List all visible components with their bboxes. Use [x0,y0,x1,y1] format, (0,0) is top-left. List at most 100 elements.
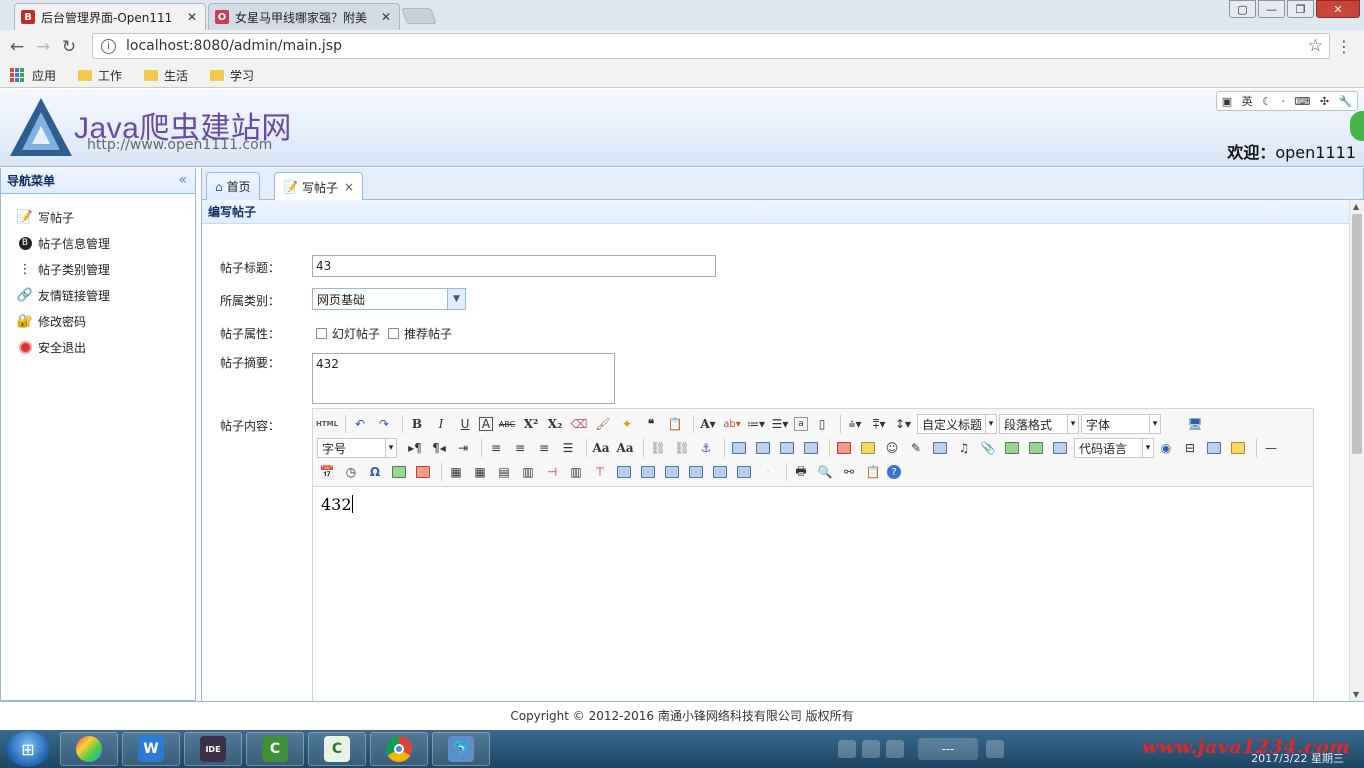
sidebar-item-write-post[interactable]: 📝 写帖子 [17,204,195,230]
content-scrollbar[interactable]: ▲ ▼ [1349,200,1364,701]
checkbox-box[interactable] [316,328,327,339]
html-source-icon[interactable]: HTML [316,414,338,434]
sidebar-item-link-manage[interactable]: 🔗 友情链接管理 [17,282,195,308]
recommend-checkbox[interactable]: 推荐帖子 [388,325,452,342]
tray-help-icon[interactable] [862,740,880,758]
slide-checkbox[interactable]: 幻灯帖子 [316,325,380,342]
browser-tab-news[interactable]: O 女星马甲线哪家强？附美 ✕ [208,3,400,30]
delete-table-icon[interactable]: ▦ [470,462,490,482]
redo-icon[interactable]: ↷ [374,414,394,434]
address-bar[interactable]: i localhost:8080/admin/main.jsp ☆ [92,33,1330,59]
ordered-list-icon[interactable]: ≔▾ [746,414,766,434]
clear-doc-icon[interactable]: ▯ [812,414,832,434]
paragraph-format-dropdown[interactable]: 段落格式 [999,414,1079,434]
snapscreen-icon[interactable] [1228,438,1248,458]
merge-down-icon[interactable] [662,462,682,482]
uppercase-icon[interactable]: Aa [591,438,611,458]
moon-icon[interactable]: ☾ [1262,95,1272,108]
chart-icon[interactable]: · [758,462,778,482]
delete-col-icon[interactable]: ⊤ [590,462,610,482]
wordimage-icon[interactable] [389,462,409,482]
close-window-button[interactable]: ✕ [1316,0,1360,18]
font-color-icon[interactable]: A▾ [698,414,718,434]
merge-cells-icon[interactable] [614,462,634,482]
taskbar-app-camtasia[interactable]: C [246,732,304,766]
print-icon[interactable]: 🖶 [791,462,811,482]
background-icon[interactable] [1204,438,1224,458]
unordered-list-icon[interactable]: ☰▾ [770,414,790,434]
bold-icon[interactable]: B [407,414,427,434]
insert-video-icon[interactable] [930,438,950,458]
spechars-icon[interactable] [413,462,433,482]
font-family-dropdown[interactable]: 字体 [1081,414,1161,434]
bookmark-study[interactable]: 学习 [210,67,254,84]
taskbar-app-chrome[interactable] [370,732,428,766]
attachment-icon[interactable]: 📎 [978,438,998,458]
bookmark-star-icon[interactable]: ☆ [1308,36,1323,56]
sidebar-item-change-password[interactable]: 🔐 修改密码 [17,308,195,334]
indent-icon[interactable]: ⇥ [453,438,473,458]
sidebar-item-category-manage[interactable]: ⋮ 帖子类别管理 [17,256,195,282]
image-left-icon[interactable] [753,438,773,458]
preview-icon[interactable]: 🔍 [815,462,835,482]
format-brush-icon[interactable]: 🖌 [593,414,613,434]
row-spacing-top-icon[interactable]: ⩮▾ [845,414,865,434]
fullscreen-icon[interactable]: 🖥 [1185,414,1205,434]
title-input[interactable]: 43 [312,255,716,277]
ltr-icon[interactable]: ▸¶ [405,438,425,458]
subscript-icon[interactable]: X₂ [545,414,565,434]
music-icon[interactable]: ♫ [954,438,974,458]
forward-button[interactable]: → [30,37,56,57]
font-border-icon[interactable]: A [479,417,493,431]
gmap-icon[interactable] [1026,438,1046,458]
taskbar-app-mysql[interactable]: 🐬 [432,732,490,766]
strikethrough-icon[interactable]: ABC [497,414,517,434]
scroll-down-icon[interactable]: ▼ [1353,690,1359,699]
delete-row-icon[interactable]: ⊣ [542,462,562,482]
align-center-icon[interactable]: ≡ [510,438,530,458]
rtl-icon[interactable]: ¶◂ [429,438,449,458]
scroll-thumb[interactable] [1352,214,1362,454]
wrench-icon[interactable]: 🔧 [1339,95,1353,108]
map-icon[interactable] [1002,438,1022,458]
editor-body[interactable]: 432 [313,487,1313,522]
restore-button[interactable]: ❐ [1287,0,1314,18]
reload-button[interactable]: ↻ [56,37,82,57]
taskbar-app-photos[interactable] [60,732,118,766]
tab-write-post[interactable]: 📝 写帖子 × [274,172,364,201]
auto-format-icon[interactable]: ✦ [617,414,637,434]
template-icon[interactable]: ⊟ [1180,438,1200,458]
browser-tab-admin[interactable]: B 后台管理界面-Open111 ✕ [14,3,206,30]
align-left-icon[interactable]: ≡ [486,438,506,458]
insert-row-icon[interactable]: ▥ [518,462,538,482]
browser-menu-icon[interactable]: ⋮ [1336,37,1352,56]
bookmark-life[interactable]: 生活 [144,67,188,84]
page-break-icon[interactable]: ◉ [1156,438,1176,458]
help-icon[interactable]: ? [887,465,901,479]
split-cols-icon[interactable] [734,462,754,482]
insert-image-icon[interactable] [858,438,878,458]
keyboard-icon[interactable]: ⌨ [1294,95,1310,108]
date-icon[interactable]: 📅 [317,462,337,482]
tray-indicator[interactable]: --- [918,738,978,760]
align-justify-icon[interactable]: ☰ [558,438,578,458]
insert-paragraph-icon[interactable]: ▤ [494,462,514,482]
emotion-icon[interactable]: ☺ [882,438,902,458]
user-icon[interactable]: ▢ [1229,0,1256,18]
lowercase-icon[interactable]: Aa [615,438,635,458]
anchor-icon[interactable]: ⚓ [696,438,716,458]
paste-plain-icon[interactable]: 📋 [665,414,685,434]
highlight-icon[interactable]: ab▾ [722,414,742,434]
tray-power-icon[interactable] [986,740,1004,758]
insert-col-icon[interactable]: ▥ [566,462,586,482]
line-height-icon[interactable]: ↕▾ [893,414,913,434]
time-icon[interactable]: ◷ [341,462,361,482]
unlink-icon[interactable]: ⛓ [672,438,692,458]
close-tab-icon[interactable]: ✕ [381,10,391,24]
close-tab-icon[interactable]: ✕ [187,10,197,24]
start-button[interactable]: ⊞ [6,731,50,767]
taskbar-app-word[interactable]: W [122,732,180,766]
new-tab-button[interactable] [401,8,437,24]
bookmark-apps[interactable]: 应用 [10,67,56,84]
back-button[interactable]: ← [4,37,30,57]
